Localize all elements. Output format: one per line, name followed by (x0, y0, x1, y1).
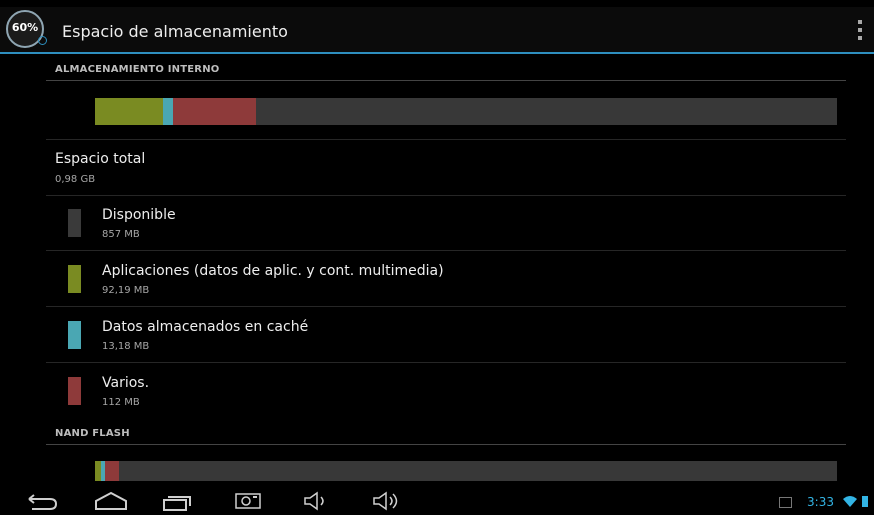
volume-down-icon[interactable] (303, 491, 329, 511)
navigation-bar (0, 488, 874, 515)
gear-icon (38, 36, 47, 45)
divider (46, 362, 846, 363)
status-time: 3:33 (807, 495, 834, 509)
list-item-label: Disponible (102, 207, 176, 223)
list-item-value: 112 MB (102, 397, 140, 408)
screenshot-icon[interactable] (235, 490, 261, 510)
total-space-value: 0,98 GB (55, 174, 96, 185)
list-item-value: 92,19 MB (102, 285, 150, 296)
overflow-menu-icon[interactable] (858, 20, 862, 40)
recent-apps-icon[interactable] (162, 492, 192, 512)
color-swatch (68, 265, 81, 293)
wifi-icon (843, 496, 857, 507)
back-icon[interactable] (26, 493, 58, 511)
divider (46, 250, 846, 251)
usage-segment (118, 461, 837, 481)
divider (46, 306, 846, 307)
page-title: Espacio de almacenamiento (62, 22, 288, 41)
nand-storage-usage-bar (95, 461, 837, 481)
color-swatch (68, 209, 81, 237)
list-item-label: Aplicaciones (datos de aplic. y cont. mu… (102, 263, 444, 279)
actionbar-divider (0, 52, 874, 54)
divider (46, 139, 846, 140)
usage-segment (172, 98, 256, 125)
battery-icon (862, 496, 868, 507)
list-item-label: Datos almacenados en caché (102, 319, 309, 335)
home-icon[interactable] (94, 491, 128, 511)
usage-segment (255, 98, 837, 125)
color-swatch (68, 321, 81, 349)
section-divider (46, 444, 846, 445)
section-header-nand: NAND FLASH (55, 428, 130, 439)
section-divider (46, 80, 846, 81)
volume-up-icon[interactable] (372, 491, 402, 511)
divider (46, 195, 846, 196)
image-notification-icon (779, 497, 792, 508)
section-header-internal: ALMACENAMIENTO INTERNO (55, 64, 220, 75)
total-space-label: Espacio total (55, 151, 146, 167)
app-icon-text: 60% (11, 21, 39, 34)
usage-segment (105, 461, 119, 481)
usage-segment (95, 98, 164, 125)
list-item-label: Varios. (102, 375, 150, 391)
internal-storage-usage-bar (95, 98, 837, 125)
list-item-value: 857 MB (102, 229, 140, 240)
list-item-value: 13,18 MB (102, 341, 150, 352)
color-swatch (68, 377, 81, 405)
storage-app-icon[interactable]: 60% (6, 10, 47, 48)
usage-segment (163, 98, 173, 125)
